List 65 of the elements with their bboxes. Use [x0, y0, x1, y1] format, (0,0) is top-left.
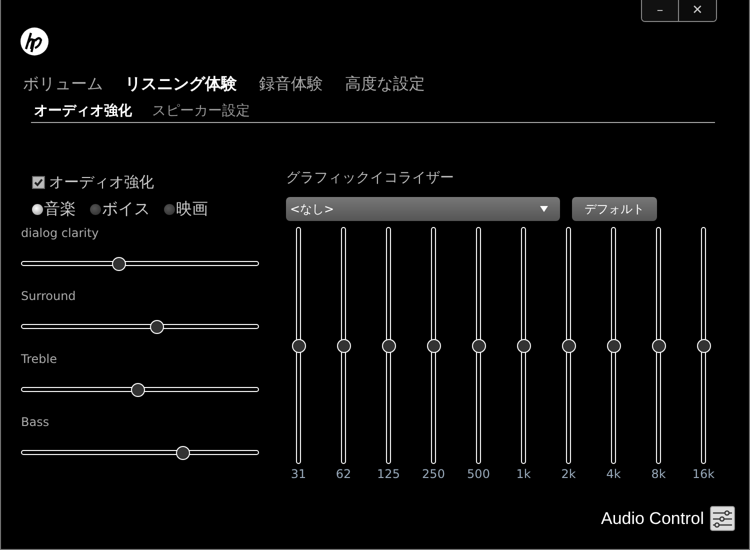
default-button[interactable]: デフォルト	[572, 197, 657, 221]
equalizer-slider-thumb[interactable]	[336, 338, 350, 352]
slider-thumb[interactable]	[112, 257, 126, 271]
preset-dropdown[interactable]: <なし>	[286, 197, 560, 221]
subtab[interactable]: オーディオ強化	[34, 102, 132, 120]
frequency-label: 125	[377, 467, 400, 481]
equalizer-slider-track[interactable]	[292, 227, 306, 464]
equalizer-slider-thumb[interactable]	[426, 338, 440, 352]
equalizer-slider-track[interactable]	[472, 227, 486, 464]
slider-thumb[interactable]	[150, 320, 164, 334]
frequency-label: 16k	[692, 467, 715, 481]
minimize-button[interactable]: –	[642, 0, 679, 21]
equalizer-slider-track[interactable]	[696, 227, 710, 464]
logo-icon	[20, 27, 49, 56]
slider-track[interactable]	[21, 446, 259, 460]
slider-label: Treble	[21, 352, 58, 368]
equalizer-slider-thumb[interactable]	[696, 338, 710, 352]
equalizer-slider-track[interactable]	[652, 227, 666, 464]
equalizer-slider-thumb[interactable]	[472, 338, 486, 352]
radio-button[interactable]	[90, 204, 101, 214]
frequency-label: 2k	[561, 467, 576, 481]
slider-label: Bass	[21, 415, 50, 431]
slider-track[interactable]	[21, 257, 259, 271]
frequency-label: 250	[422, 467, 445, 481]
slider-label: dialog clarity	[21, 226, 100, 242]
slider-thumb[interactable]	[176, 446, 190, 460]
frequency-label: 500	[467, 467, 490, 481]
checkbox-label: オーディオ強化	[49, 172, 154, 192]
app-title: Audio Control	[600, 508, 704, 528]
equalizer-slider-track[interactable]	[426, 227, 440, 464]
tab[interactable]: 高度な設定	[345, 74, 425, 98]
section-title: グラフィックイコライザー	[286, 169, 455, 188]
equalizer-icon[interactable]	[710, 506, 735, 531]
equalizer-slider-thumb[interactable]	[516, 338, 530, 352]
tab[interactable]: 録音体験	[259, 74, 323, 98]
equalizer-slider-track[interactable]	[516, 227, 530, 464]
close-button[interactable]: ✕	[679, 0, 716, 21]
radio-label: 音楽	[44, 198, 76, 220]
equalizer-slider-track[interactable]	[382, 227, 396, 464]
equalizer-slider-thumb[interactable]	[652, 338, 666, 352]
dropdown-caret-icon	[540, 206, 548, 212]
checkbox[interactable]	[32, 176, 45, 188]
slider-thumb[interactable]	[130, 383, 145, 397]
slider-track[interactable]	[21, 383, 259, 397]
radio-label: ボイス	[102, 198, 150, 220]
frequency-label: 62	[336, 467, 352, 481]
slider-label: Surround	[21, 289, 77, 305]
subtab[interactable]: スピーカー設定	[152, 102, 250, 120]
equalizer-slider-thumb[interactable]	[606, 338, 620, 352]
equalizer-slider-thumb[interactable]	[562, 338, 576, 352]
frequency-label: 4k	[606, 467, 621, 481]
tab[interactable]: リスニング体験	[125, 74, 237, 98]
equalizer-slider-track[interactable]	[336, 227, 350, 464]
equalizer-slider-thumb[interactable]	[382, 338, 396, 352]
equalizer-slider-thumb[interactable]	[292, 338, 306, 352]
tab[interactable]: ボリューム	[23, 74, 103, 98]
radio-button[interactable]	[32, 204, 43, 214]
slider-track[interactable]	[21, 320, 259, 334]
equalizer-slider-track[interactable]	[562, 227, 576, 464]
equalizer-slider-track[interactable]	[606, 227, 620, 464]
frequency-label: 1k	[516, 467, 531, 481]
frequency-label: 31	[290, 467, 306, 481]
radio-button[interactable]	[164, 204, 175, 214]
frequency-label: 8k	[651, 467, 666, 481]
radio-label: 映画	[176, 198, 208, 220]
